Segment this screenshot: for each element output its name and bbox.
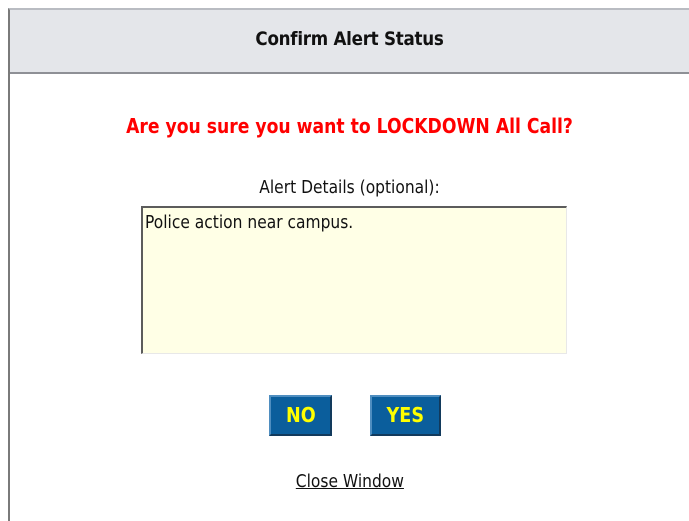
alert-details-value: Police action near campus. (145, 212, 354, 233)
no-button[interactable]: NO (269, 395, 332, 436)
page: Confirm Alert Status Are you sure you wa… (0, 0, 689, 521)
yes-button[interactable]: YES (370, 395, 441, 436)
dialog-title: Confirm Alert Status (255, 28, 444, 50)
confirm-alert-dialog: Confirm Alert Status Are you sure you wa… (8, 8, 689, 521)
confirmation-question: Are you sure you want to LOCKDOWN All Ca… (126, 114, 573, 138)
close-window-label: Close Window (295, 471, 404, 492)
no-button-label: NO (285, 403, 316, 427)
alert-details-textarea[interactable]: Police action near campus. (141, 206, 567, 354)
close-window-link[interactable]: Close Window (10, 471, 689, 492)
title-bar: Confirm Alert Status (10, 10, 689, 74)
alert-details-label: Alert Details (optional): (259, 177, 440, 198)
yes-button-label: YES (386, 403, 425, 427)
